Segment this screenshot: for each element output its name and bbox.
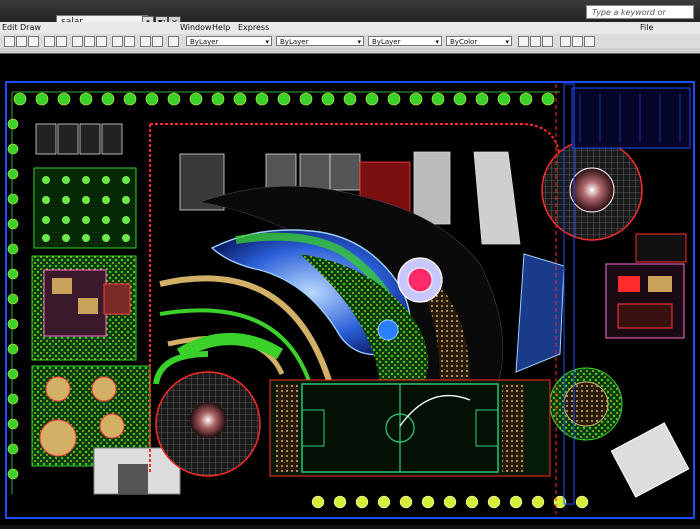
grid-icon[interactable] xyxy=(572,36,583,47)
canopy-structure xyxy=(515,253,565,373)
parking-area xyxy=(571,87,691,149)
snap-icon[interactable] xyxy=(560,36,571,47)
redo-icon[interactable] xyxy=(124,36,135,47)
pavilion xyxy=(610,422,690,498)
zoom-icon[interactable] xyxy=(152,36,163,47)
preview-icon[interactable] xyxy=(56,36,67,47)
menu-edit[interactable]: Edit xyxy=(2,22,18,34)
properties-toolbar: ByLayer ByLayer ByLayer ByColor xyxy=(0,34,700,49)
tree-row-bottom xyxy=(311,495,589,509)
linetype-select[interactable]: ByLayer xyxy=(276,36,364,47)
lineweight-select[interactable]: ByLayer xyxy=(368,36,442,47)
menu-window[interactable]: Window xyxy=(180,22,212,34)
ortho-icon[interactable] xyxy=(584,36,595,47)
menu-help[interactable]: Help xyxy=(212,22,230,34)
title-bar: salar ▾ ◧ ✕ Type a keyword or phrase xyxy=(0,0,700,31)
color-select[interactable]: ByColor xyxy=(446,36,512,47)
table-style-icon[interactable] xyxy=(542,36,553,47)
style-icon[interactable] xyxy=(518,36,529,47)
open-icon[interactable] xyxy=(16,36,27,47)
save-icon[interactable] xyxy=(28,36,39,47)
dim-style-icon[interactable] xyxy=(530,36,541,47)
cut-icon[interactable] xyxy=(72,36,83,47)
site-plan-drawing xyxy=(5,81,695,519)
menu-express[interactable]: Express xyxy=(238,22,269,34)
undo-icon[interactable] xyxy=(112,36,123,47)
paste-icon[interactable] xyxy=(96,36,107,47)
layer-select[interactable]: ByLayer xyxy=(186,36,272,47)
drawing-canvas[interactable] xyxy=(0,54,700,525)
tree-row-top xyxy=(13,92,555,106)
menu-file[interactable]: File xyxy=(640,22,653,34)
keyword-search-input[interactable]: Type a keyword or phrase xyxy=(586,5,694,31)
tree-column-left xyxy=(7,118,19,480)
pan-icon[interactable] xyxy=(140,36,151,47)
copy-icon[interactable] xyxy=(84,36,95,47)
housing-block xyxy=(35,123,123,155)
new-icon[interactable] xyxy=(4,36,15,47)
layer-icon[interactable] xyxy=(168,36,179,47)
fountain-small xyxy=(377,319,399,341)
plot-icon[interactable] xyxy=(44,36,55,47)
menu-draw[interactable]: Draw xyxy=(20,22,41,34)
